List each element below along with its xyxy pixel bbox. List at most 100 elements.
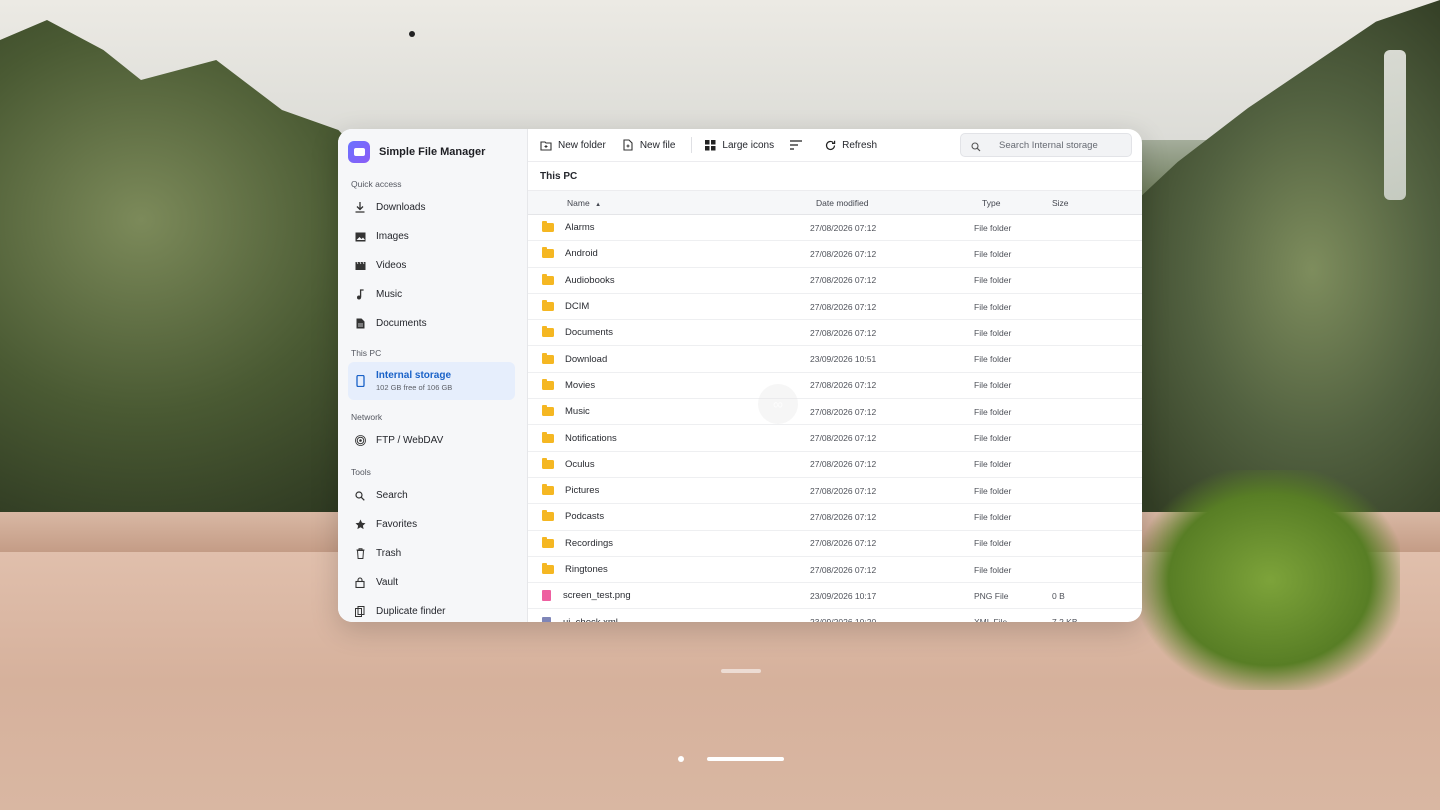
- music-icon: [354, 289, 366, 301]
- table-row[interactable]: Android 27/08/2026 07:12 File folder: [528, 241, 1142, 268]
- image-file-icon: [542, 590, 551, 602]
- table-row[interactable]: Audiobooks 27/08/2026 07:12 File folder: [528, 268, 1142, 294]
- sidebar-item-duplicate-finder[interactable]: Duplicate finder: [348, 597, 521, 622]
- cell-type: File folder: [974, 275, 1012, 286]
- network-icon: [354, 435, 366, 447]
- sidebar-item-favorites[interactable]: Favorites: [348, 510, 521, 539]
- watermark-icon: ∞: [758, 384, 798, 424]
- new-folder-button[interactable]: New folder: [540, 139, 606, 151]
- sidebar: Simple File Manager Quick access Downloa…: [338, 129, 528, 622]
- cell-name: Android: [528, 247, 798, 260]
- sidebar-item-label: Downloads: [376, 202, 426, 213]
- table-row[interactable]: Download 23/09/2026 10:51 File folder: [528, 346, 1142, 373]
- table-row[interactable]: Music 27/08/2026 07:12 File folder: [528, 399, 1142, 426]
- sidebar-item-search[interactable]: Search: [348, 481, 521, 510]
- cell-type: File folder: [974, 301, 1012, 312]
- file-name: Notifications: [565, 432, 617, 444]
- folder-icon: [542, 484, 554, 496]
- pointer-cursor: [409, 31, 415, 37]
- file-name: Android: [565, 248, 598, 260]
- folder-icon: [542, 563, 554, 574]
- file-name: Ringtones: [565, 564, 608, 575]
- folder-icon: [542, 326, 554, 338]
- cell-name: Oculus: [528, 457, 798, 470]
- table-row[interactable]: screen_test.png 23/09/2026 10:17 PNG File 0…: [528, 583, 1142, 610]
- folder-icon: [542, 510, 554, 522]
- column-header-size[interactable]: Size: [1044, 198, 1104, 208]
- table-row[interactable]: Documents 27/08/2026 07:12 File folder: [528, 320, 1142, 347]
- folder-icon: [542, 221, 554, 233]
- folder-icon: [542, 457, 554, 469]
- app-logo-icon: [348, 141, 370, 163]
- sidebar-item-trash[interactable]: Trash: [348, 539, 521, 568]
- cell-date: 27/08/2026 07:12: [810, 380, 877, 391]
- sidebar-item-ftp-webdav[interactable]: FTP / WebDAV: [348, 426, 521, 455]
- column-header-type[interactable]: Type: [964, 198, 1044, 208]
- new-file-button[interactable]: New file: [622, 139, 676, 151]
- cell-date: 27/08/2026 07:12: [810, 511, 877, 522]
- window-drag-handle[interactable]: [721, 669, 761, 673]
- image-icon: [354, 231, 366, 243]
- lock-icon: [354, 577, 366, 589]
- sidebar-item-videos[interactable]: Videos: [348, 251, 521, 280]
- sidebar-item-downloads[interactable]: Downloads: [348, 193, 521, 222]
- refresh-button[interactable]: Refresh: [824, 139, 877, 151]
- file-manager-window: Simple File Manager Quick access Downloa…: [338, 129, 1142, 622]
- file-name: Audiobooks: [565, 274, 615, 286]
- sidebar-item-label: Search: [376, 490, 408, 501]
- sidebar-item-images[interactable]: Images: [348, 222, 521, 251]
- table-row[interactable]: Movies 27/08/2026 07:12 File folder: [528, 373, 1142, 400]
- sidebar-item-internal-storage[interactable]: Internal storage 102 GB free of 106 GB: [348, 362, 515, 400]
- cell-type: XML File: [964, 617, 1044, 622]
- cell-date: 23/09/2026 10:51: [810, 354, 877, 365]
- table-row[interactable]: Pictures 27/08/2026 07:12 File folder: [528, 478, 1142, 505]
- cell-type: File folder: [974, 538, 1012, 549]
- cell-name: Alarms: [528, 221, 798, 233]
- sort-button[interactable]: [790, 139, 808, 151]
- sidebar-item-label: Trash: [376, 548, 402, 559]
- table-row[interactable]: DCIM 27/08/2026 07:12 File folder: [528, 294, 1142, 321]
- app-title: Simple File Manager: [379, 146, 486, 158]
- cell-name: Ringtones: [528, 563, 798, 575]
- star-icon: [354, 519, 366, 531]
- refresh-icon: [824, 139, 836, 151]
- phone-icon: [354, 375, 366, 387]
- dock-bar[interactable]: [707, 757, 784, 761]
- file-name: DCIM: [565, 301, 590, 313]
- app-header: Simple File Manager: [348, 139, 521, 165]
- column-header-name[interactable]: Name ▲: [528, 198, 798, 208]
- table-row[interactable]: Ringtones 27/08/2026 07:12 File folder: [528, 557, 1142, 584]
- cell-type: File folder: [974, 459, 1012, 470]
- table-row[interactable]: Alarms 27/08/2026 07:12 File folder: [528, 215, 1142, 242]
- new-file-label: New file: [639, 139, 676, 151]
- file-name: Recordings: [565, 537, 614, 549]
- cell-date: 27/08/2026 07:12: [810, 248, 877, 259]
- table-row[interactable]: Oculus 27/08/2026 07:12 File folder: [528, 452, 1142, 478]
- file-name: screen_test.png: [563, 590, 631, 602]
- new-file-icon: [622, 139, 634, 151]
- sidebar-item-documents[interactable]: Documents: [348, 309, 521, 338]
- large-icons-button[interactable]: Large icons: [704, 139, 774, 151]
- grid-icon: [704, 139, 716, 151]
- network-label: Network: [351, 412, 383, 422]
- cell-date: 27/08/2026 07:12: [810, 406, 877, 417]
- table-header: Name ▲ Date modified Type Size: [528, 191, 1142, 215]
- cell-date: 27/08/2026 07:12: [810, 222, 877, 233]
- breadcrumb[interactable]: This PC: [528, 162, 1142, 191]
- table-row[interactable]: Podcasts 27/08/2026 07:12 File folder: [528, 504, 1142, 531]
- sidebar-item-vault[interactable]: Vault: [348, 568, 521, 597]
- this-pc-label: This PC: [351, 348, 382, 358]
- folder-icon: [542, 378, 554, 390]
- sidebar-item-label: Music: [376, 289, 403, 300]
- search-input[interactable]: [999, 139, 1129, 151]
- duplicate-icon: [354, 606, 366, 618]
- dock-indicator-dot: [678, 756, 684, 762]
- cell-type: File folder: [974, 327, 1012, 338]
- folder-icon: [542, 431, 554, 443]
- xml-file-icon: [542, 616, 551, 622]
- table-row[interactable]: Notifications 27/08/2026 07:12 File folder: [528, 425, 1142, 452]
- sidebar-item-music[interactable]: Music: [348, 280, 521, 309]
- column-header-date[interactable]: Date modified: [798, 198, 964, 208]
- table-row[interactable]: ui_check.xml 23/09/2026 10:20XML File7.2 …: [528, 609, 1142, 622]
- table-row[interactable]: Recordings 27/08/2026 07:12 File folder: [528, 531, 1142, 557]
